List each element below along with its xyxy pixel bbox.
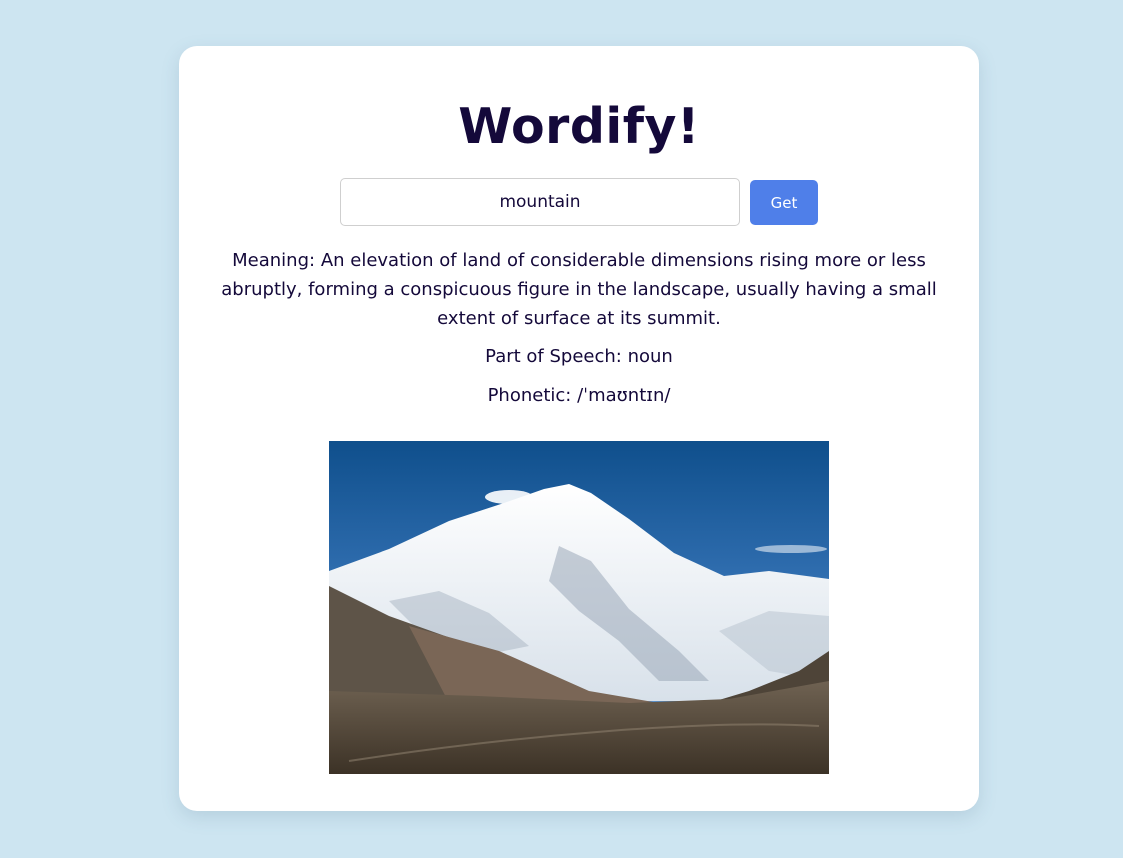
part-of-speech-label: Part of Speech: — [485, 346, 622, 367]
part-of-speech-value: noun — [627, 346, 673, 367]
meaning-label: Meaning: — [232, 250, 316, 271]
get-button[interactable]: Get — [750, 180, 818, 225]
phonetic-label: Phonetic: — [487, 385, 572, 406]
part-of-speech-text: Part of Speech: noun — [179, 342, 979, 371]
app-title: Wordify! — [458, 98, 700, 155]
word-image — [329, 441, 829, 774]
word-input[interactable] — [340, 178, 740, 226]
cloud — [755, 545, 827, 553]
search-row: Get — [340, 178, 818, 226]
meaning-value: An elevation of land of considerable dim… — [221, 250, 937, 329]
dictionary-card: Wordify! Get Meaning: An elevation of la… — [179, 46, 979, 811]
meaning-text: Meaning: An elevation of land of conside… — [207, 246, 951, 333]
phonetic-text: Phonetic: /ˈmaʊntɪn/ — [179, 381, 979, 410]
phonetic-value: /ˈmaʊntɪn/ — [577, 385, 671, 406]
